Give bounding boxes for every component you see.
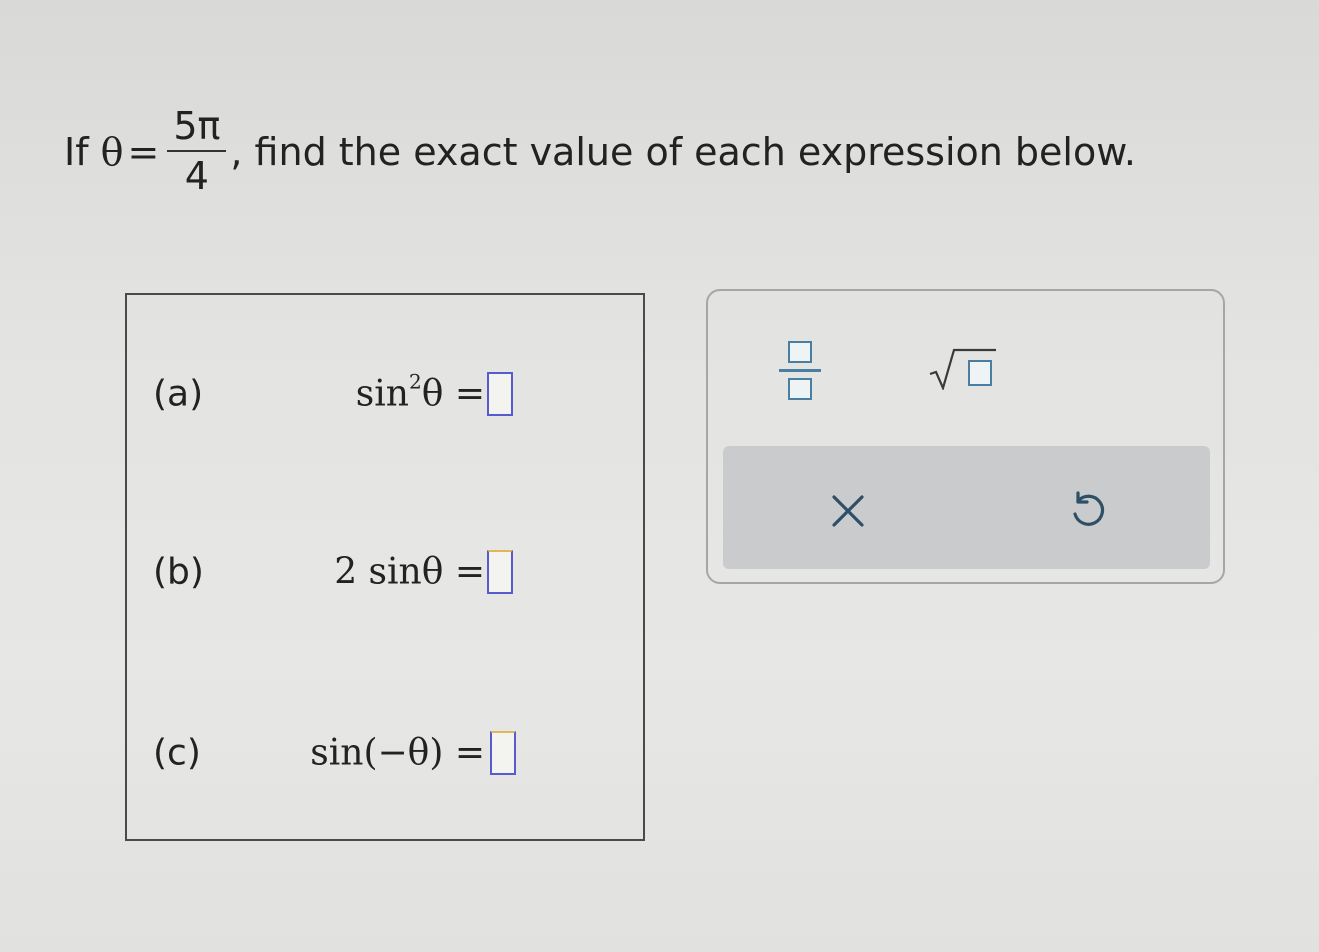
answer-input-a[interactable] <box>487 372 513 416</box>
answer-row-a: (a) sin2θ = <box>125 364 645 424</box>
undo-icon <box>1073 491 1105 526</box>
fraction-button[interactable] <box>770 329 830 411</box>
square-root-button[interactable] <box>918 333 1008 403</box>
angle-fraction: 5π 4 <box>167 104 227 200</box>
answer-input-b[interactable] <box>487 550 513 594</box>
answer-row-b: (b) 2 sinθ = <box>125 542 645 602</box>
expression-b: 2 sinθ = <box>334 551 485 593</box>
question-prefix: If <box>64 130 89 174</box>
question-suffix: , find the exact value of each expressio… <box>230 130 1136 174</box>
expression-c: sin(−θ) = <box>310 732 485 774</box>
action-bar <box>723 446 1210 569</box>
square-root-icon <box>928 346 998 390</box>
theta-symbol: θ <box>100 130 124 174</box>
math-toolbox <box>706 289 1225 584</box>
undo-button[interactable] <box>1058 481 1118 541</box>
part-label-c: (c) <box>153 732 201 774</box>
fraction-numerator: 5π <box>167 104 227 152</box>
answer-input-c[interactable] <box>490 731 516 775</box>
expression-a-arg: θ = <box>421 373 485 415</box>
question-text: If θ = 5π 4 , find the exact value of ea… <box>64 104 1136 200</box>
fraction-icon <box>779 340 821 400</box>
clear-icon <box>832 495 864 527</box>
expression-a: sin2θ = <box>355 370 485 415</box>
fraction-denominator: 4 <box>184 154 209 198</box>
part-label-b: (b) <box>153 551 204 593</box>
clear-button[interactable] <box>818 481 878 541</box>
expression-a-base: sin <box>355 373 409 415</box>
part-label-a: (a) <box>153 373 204 415</box>
answer-row-c: (c) sin(−θ) = <box>125 723 645 783</box>
expression-a-exponent: 2 <box>408 369 422 394</box>
equals-sign: = <box>127 130 160 174</box>
